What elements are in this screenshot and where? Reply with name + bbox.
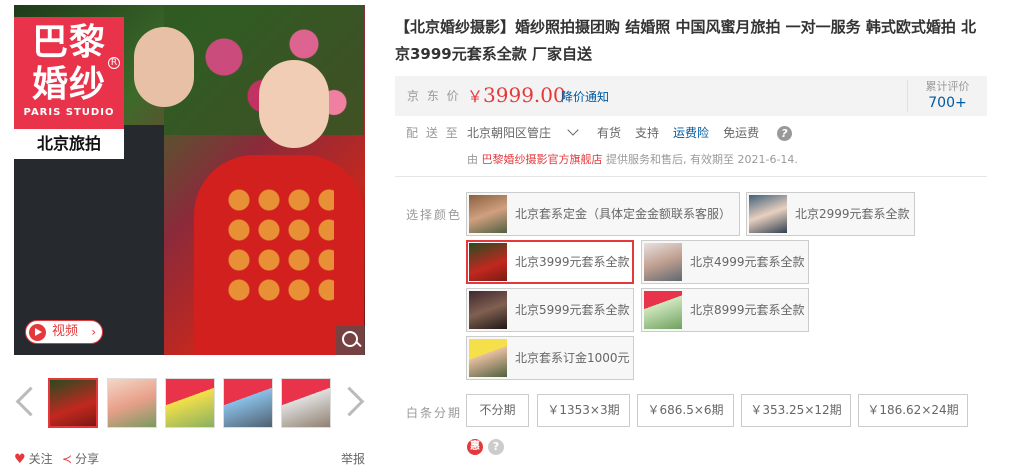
bride-dress-figure (194, 155, 364, 355)
report-link[interactable]: 举报 (341, 450, 365, 467)
free-shipping-text: 免运费 ? (723, 126, 792, 141)
chevron-right-icon: › (91, 325, 96, 339)
video-label: 视频 (52, 324, 79, 339)
delivery-row: 北京朝阳区管庄 有货 支持 运费险 免运费 ? (467, 124, 806, 141)
installment-label: 白条分期 (406, 406, 463, 420)
option-package-deposit[interactable]: 北京套系定金（具体定金金额联系客服） (466, 192, 740, 236)
option-package-8999[interactable]: 北京8999元套系全款 (641, 288, 809, 332)
support-text: 支持 (635, 126, 660, 140)
shop-link[interactable]: 巴黎婚纱摄影官方旗舰店 (482, 153, 603, 166)
magnifier-icon[interactable] (336, 326, 365, 355)
share-icon: ≺ (62, 452, 73, 466)
review-count-value: 700+ (928, 95, 967, 111)
share-label: 分享 (75, 452, 100, 466)
follow-button[interactable]: ♥ 关注 (14, 450, 53, 467)
option-package-2999[interactable]: 北京2999元套系全款 (746, 192, 915, 236)
installment-6[interactable]: ￥686.5×6期 (637, 394, 734, 427)
review-count-label: 累计评价 (925, 80, 970, 93)
product-title: 【北京婚纱摄影】婚纱照拍摄团购 结婚照 中国风蜜月旅拍 一对一服务 韩式欧式婚拍… (395, 18, 977, 63)
option-thumbnail (644, 243, 682, 281)
thumbnail-5[interactable] (281, 378, 331, 428)
option-package-4999[interactable]: 北京4999元套系全款 (641, 240, 809, 284)
help-icon: ? (776, 126, 792, 141)
thumbnail-next-arrow[interactable] (343, 385, 363, 419)
option-thumbnail (469, 243, 507, 281)
installment-12[interactable]: ￥353.25×12期 (741, 394, 851, 427)
video-button[interactable]: 视频 › (25, 320, 103, 344)
option-package-3999[interactable]: 北京3999元套系全款 (466, 240, 634, 284)
follow-label: 关注 (28, 452, 53, 466)
share-button[interactable]: ≺ 分享 (62, 450, 99, 467)
option-package-deposit-1000[interactable]: 北京套系订金1000元 (466, 336, 634, 380)
select-color-label: 选择颜色 (406, 208, 463, 222)
brand-logo: 巴黎婚纱 R PARIS STUDIO 北京旅拍 (14, 17, 124, 159)
option-thumbnail (469, 339, 507, 377)
chevron-down-icon (567, 124, 579, 136)
delivery-label: 配 送 至 (406, 126, 460, 140)
logo-tag: 北京旅拍 (14, 129, 124, 159)
registered-mark: R (108, 57, 120, 69)
location-selector[interactable]: 北京朝阳区管庄 (467, 124, 583, 140)
thumbnail-2[interactable] (107, 378, 157, 428)
logo-subtitle: PARIS STUDIO (23, 107, 115, 118)
thumbnail-3[interactable] (165, 378, 215, 428)
installment-none[interactable]: 不分期 (466, 394, 529, 427)
thumbnail-prev-arrow[interactable] (14, 385, 34, 419)
price-panel: 京 东 价 ￥3999.00 降价通知 累计评价 700+ (395, 76, 987, 116)
stock-status: 有货 (597, 126, 622, 140)
divider (395, 176, 987, 177)
option-package-5999[interactable]: 北京5999元套系全款 (466, 288, 634, 332)
option-thumbnail (749, 195, 787, 233)
option-thumbnail (469, 195, 507, 233)
shipping-insurance-link[interactable]: 运费险 (673, 126, 709, 140)
groom-face (134, 27, 194, 107)
installment-24[interactable]: ￥186.62×24期 (858, 394, 968, 427)
thumbnail-1[interactable] (48, 378, 98, 428)
thumbnail-4[interactable] (223, 378, 273, 428)
option-thumbnail (469, 291, 507, 329)
play-icon (29, 324, 46, 341)
help-icon[interactable]: ? (488, 439, 504, 455)
seller-info: 由 巴黎婚纱摄影官方旗舰店 提供服务和售后, 有效期至 2021-6-14. (467, 153, 798, 166)
installment-3[interactable]: ￥1353×3期 (537, 394, 630, 427)
review-count[interactable]: 累计评价 700+ (907, 80, 987, 112)
price-label: 京 东 价 (407, 89, 461, 103)
price-value: ￥3999.00 (467, 83, 566, 107)
price-drop-notify-link[interactable]: 降价通知 (561, 88, 609, 105)
option-thumbnail (644, 291, 682, 329)
discount-icon[interactable]: 惠 (467, 439, 483, 455)
heart-icon: ♥ (14, 452, 26, 467)
bride-face (259, 60, 329, 148)
